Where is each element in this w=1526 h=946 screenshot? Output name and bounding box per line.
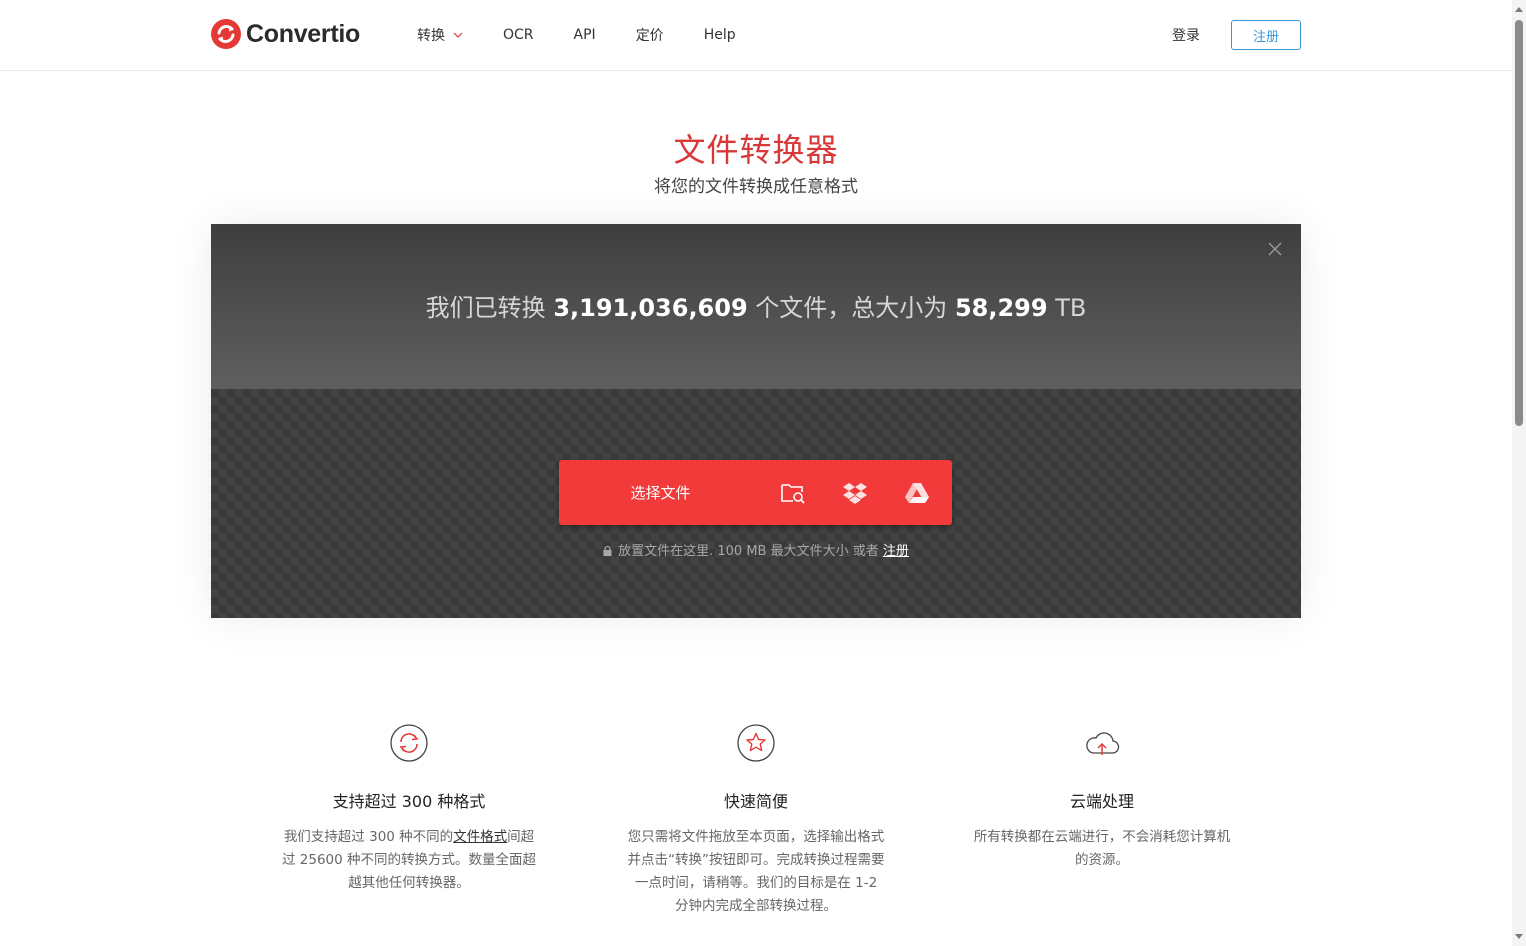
logo-text: Convertio (246, 19, 360, 48)
feature-fast-easy: 快速简便 您只需将文件拖放至本页面，选择输出格式并点击“转换”按钮即可。完成转换… (626, 723, 886, 918)
cloud-upload-icon (1086, 732, 1120, 755)
vertical-scrollbar[interactable] (1512, 0, 1526, 946)
chevron-down-icon (453, 32, 463, 38)
main-nav: 转换 OCR API 定价 Help (417, 0, 776, 70)
choose-file-button[interactable]: 选择文件 (559, 460, 762, 525)
nav-item-label: Help (703, 27, 736, 43)
stats-banner: 我们已转换 3,191,036,609 个文件，总大小为 58,299 TB (211, 224, 1301, 389)
stats-text: 我们已转换 3,191,036,609 个文件，总大小为 58,299 TB (211, 288, 1301, 323)
stats-total-size: 58,299 (954, 294, 1048, 322)
feature-title: 快速简便 (723, 792, 788, 811)
feature-formats: 支持超过 300 种格式 我们支持超过 300 种不同的文件格式间超过 2560… (279, 723, 539, 895)
stats-prefix: 我们已转换 (425, 294, 546, 322)
from-computer-button[interactable] (762, 460, 824, 525)
nav-item-label: 转换 (417, 28, 445, 44)
drop-note-text: 放置文件在这里. 100 MB 最大文件大小 或者 (618, 544, 879, 559)
feature-cloud: 云端处理 所有转换都在云端进行，不会消耗您计算机的资源。 (972, 723, 1232, 872)
feature-text: 所有转换都在云端进行，不会消耗您计算机的资源。 (973, 829, 1231, 868)
star-icon (737, 724, 775, 762)
feature-text-part: 我们支持超过 300 种不同的 (283, 829, 454, 845)
nav-item-label: API (573, 27, 596, 43)
nav-item-label: 定价 (635, 28, 664, 44)
scroll-down-arrow-icon[interactable] (1515, 934, 1523, 939)
from-dropbox-button[interactable] (824, 460, 886, 525)
feature-title: 支持超过 300 种格式 (332, 792, 486, 811)
converter-box: 我们已转换 3,191,036,609 个文件，总大小为 58,299 TB 选… (211, 224, 1301, 618)
site-header: Convertio 转换 OCR API 定价 Help 登录 注册 (0, 0, 1512, 71)
page-title: 文件转换器 (673, 131, 839, 169)
drop-note: 放置文件在这里. 100 MB 最大文件大小 或者 注册 (211, 540, 1301, 559)
login-link[interactable]: 登录 (1172, 25, 1200, 45)
nav-item-help[interactable]: Help (704, 27, 736, 43)
refresh-icon (390, 724, 428, 762)
stats-middle: 个文件，总大小为 (755, 294, 948, 322)
signup-button[interactable]: 注册 (1231, 20, 1301, 50)
google-drive-icon (905, 482, 929, 503)
convertio-logo-icon (211, 19, 241, 49)
nav-item-label: OCR (503, 27, 534, 43)
lock-icon (603, 546, 612, 556)
upload-bar: 选择文件 (559, 460, 952, 525)
feature-title: 云端处理 (1069, 792, 1134, 811)
dropbox-icon (843, 482, 867, 504)
nav-item-api[interactable]: API (574, 27, 596, 43)
scroll-up-arrow-icon[interactable] (1515, 7, 1523, 12)
drop-note-signup-link[interactable]: 注册 (883, 544, 909, 559)
feature-text: 您只需将文件拖放至本页面，选择输出格式并点击“转换”按钮即可。完成转换过程需要一… (627, 829, 885, 914)
stats-files-count: 3,191,036,609 (553, 294, 748, 322)
stats-unit: TB (1055, 294, 1087, 322)
file-formats-link[interactable]: 文件格式 (453, 829, 507, 845)
folder-search-icon (781, 483, 805, 504)
page-subtitle: 将您的文件转换成任意格式 (654, 177, 858, 197)
nav-item-ocr[interactable]: OCR (503, 27, 534, 43)
close-icon[interactable] (1267, 241, 1283, 257)
nav-item-convert[interactable]: 转换 (417, 25, 463, 45)
logo[interactable]: Convertio (210, 18, 360, 50)
feature-text: 我们支持超过 300 种不同的文件格式间超过 25600 种不同的转换方式。数量… (279, 826, 539, 895)
file-drop-zone[interactable]: 选择文件 放置文件在这里. 100 MB 最大文件大小 或者 注册 (211, 389, 1301, 618)
nav-item-pricing[interactable]: 定价 (636, 25, 664, 45)
from-google-drive-button[interactable] (886, 460, 948, 525)
scrollbar-thumb[interactable] (1515, 20, 1523, 426)
